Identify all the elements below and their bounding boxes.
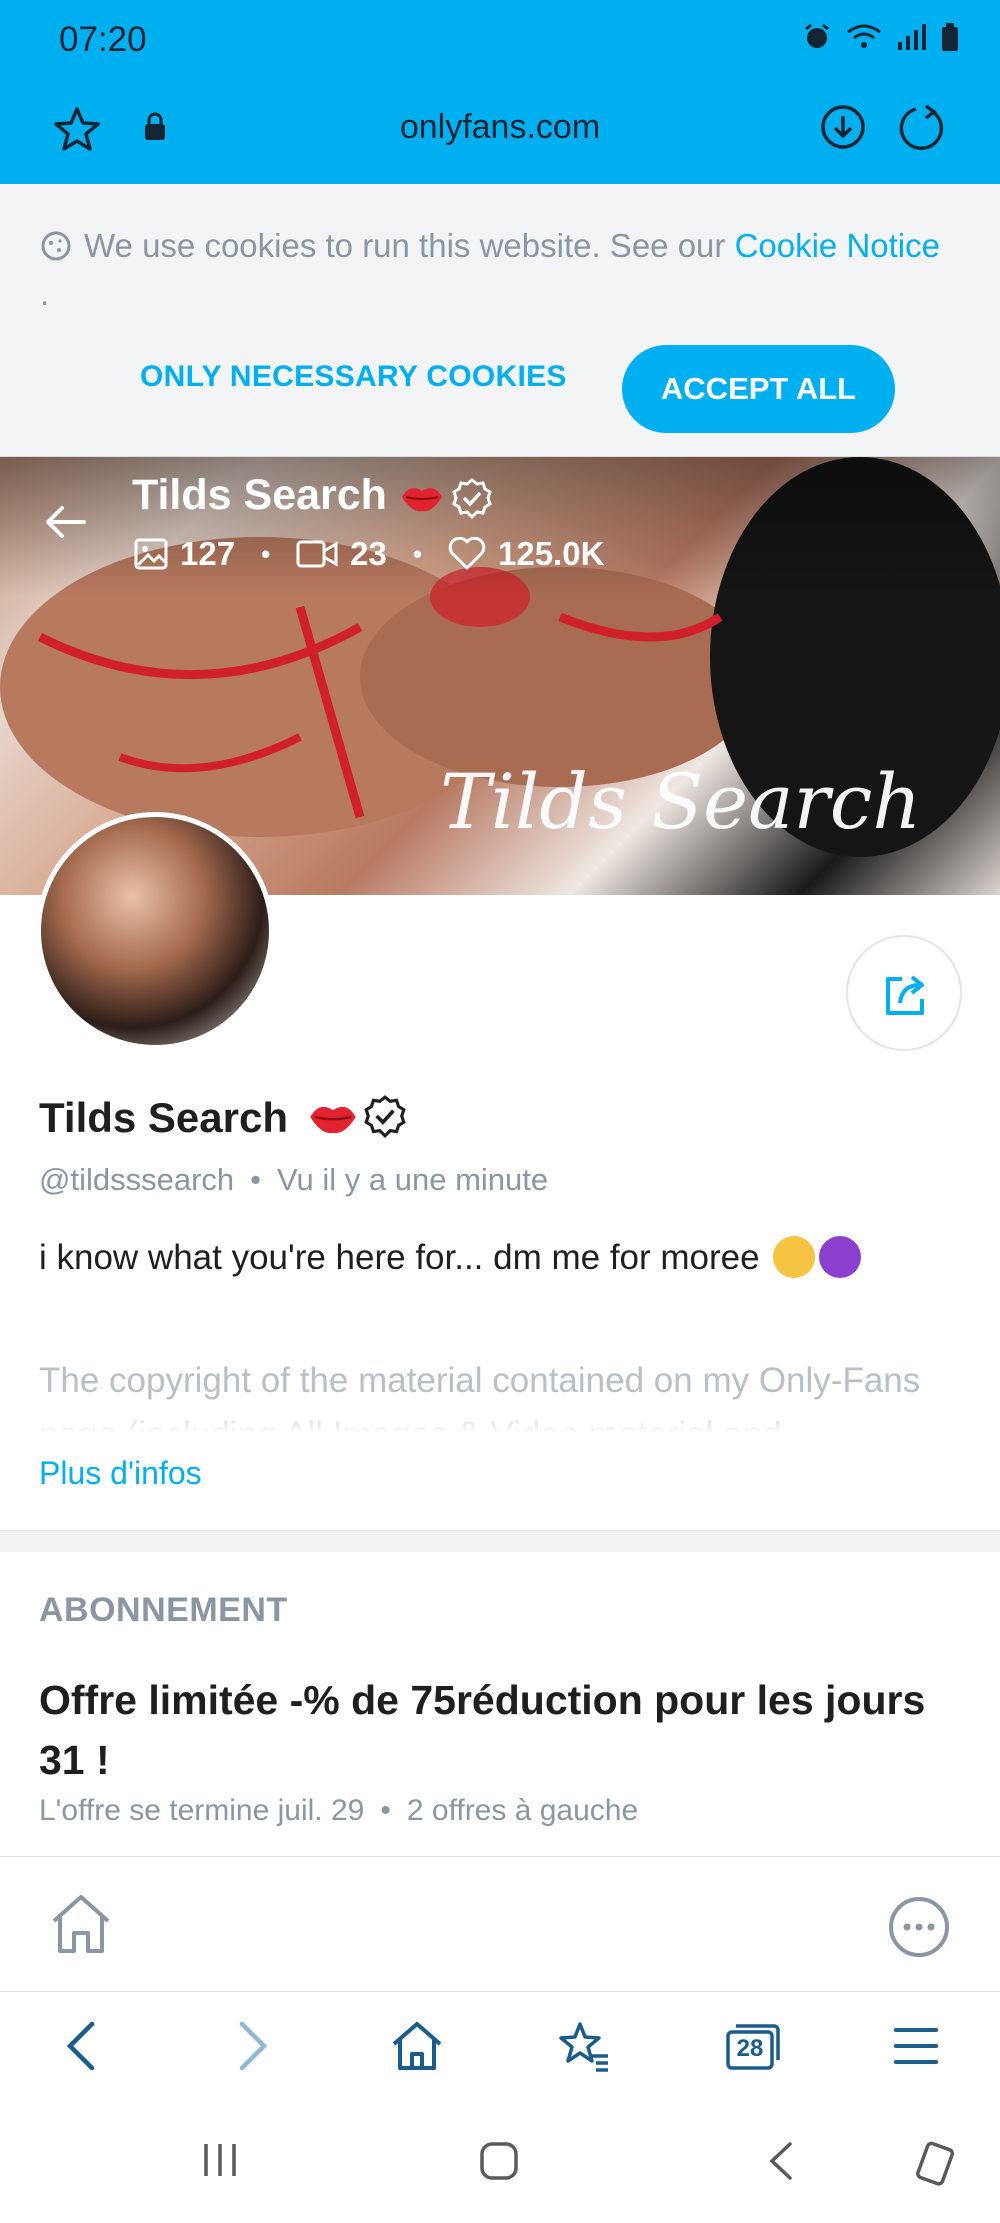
profile-handle: @tildsssearch [39, 1162, 235, 1197]
cookie-banner: We use cookies to run this website. See … [0, 184, 1000, 457]
forward-icon[interactable] [232, 2018, 272, 2074]
download-icon[interactable] [818, 102, 868, 152]
battery-icon [942, 23, 958, 51]
cookie-suffix: . [40, 275, 50, 312]
home-icon[interactable] [48, 1893, 114, 1955]
bookmarks-icon[interactable] [556, 2018, 612, 2074]
avatar[interactable] [36, 812, 274, 1050]
menu-icon[interactable] [892, 2018, 940, 2074]
more-options-icon[interactable] [888, 1896, 950, 1958]
banner-stats: 127 • 23 • 125.0K [134, 535, 604, 573]
lips-icon [310, 1106, 356, 1134]
status-time: 07:20 [59, 20, 147, 59]
photo-icon [134, 538, 168, 570]
handle-separator: • [250, 1162, 262, 1197]
verified-badge-icon [452, 478, 492, 520]
only-necessary-cookies-button[interactable]: ONLY NECESSARY COOKIES [140, 360, 567, 394]
meta-separator: • [380, 1794, 391, 1827]
tab-count: 28 [736, 2035, 764, 2062]
rotate-screen-icon[interactable] [912, 2140, 960, 2188]
alarm-icon [805, 23, 829, 48]
android-nav-bar [0, 2104, 1000, 2223]
last-seen: Vu il y a une minute [277, 1162, 549, 1197]
heart-icon [448, 537, 486, 570]
back-icon[interactable] [62, 2018, 102, 2074]
stat-separator: • [412, 538, 422, 569]
android-back-icon[interactable] [762, 2140, 802, 2182]
url-row: onlyfans.com [0, 94, 1000, 164]
photo-count: 127 [180, 535, 236, 572]
verified-badge-icon [364, 1095, 406, 1139]
signal-icon [898, 24, 926, 50]
share-button[interactable] [846, 935, 962, 1051]
browser-top-bar: 07:20 onlyfans.com [0, 0, 1000, 184]
cookie-text: We use cookies to run this website. See … [84, 227, 726, 264]
lips-icon [402, 488, 442, 512]
subscription-meta: L'offre se termine juil. 29 • 2 offres à g… [39, 1794, 638, 1828]
back-arrow-icon[interactable] [42, 499, 88, 545]
section-divider [0, 1530, 1000, 1552]
status-icons [802, 22, 960, 52]
reload-icon[interactable] [898, 102, 948, 152]
browser-home-icon[interactable] [390, 2018, 444, 2074]
profile-name: Tilds Search [39, 1094, 289, 1141]
banner-badges [400, 477, 494, 521]
more-info-link[interactable]: Plus d'infos [39, 1455, 202, 1492]
video-icon [296, 540, 338, 568]
tabs-button[interactable]: 28 [722, 2018, 782, 2074]
recent-apps-icon[interactable] [200, 2140, 240, 2180]
banner-watermark-script: Tilds Search [440, 757, 922, 846]
stat-separator: • [261, 538, 271, 569]
devil-emoji-icon [819, 1236, 862, 1278]
share-icon [886, 975, 924, 1015]
offer-end-date: L'offre se termine juil. 29 [39, 1794, 365, 1827]
profile-bio: i know what you're here for... dm me for… [39, 1236, 862, 1278]
cookie-text-block: We use cookies to run this website. See … [40, 222, 940, 318]
subscription-label: ABONNEMENT [39, 1591, 288, 1629]
bio-text: i know what you're here for... dm me for… [39, 1238, 760, 1277]
video-count: 23 [350, 535, 387, 572]
smirk-emoji-icon [773, 1236, 816, 1278]
cookie-icon [41, 231, 71, 261]
wifi-icon [847, 24, 881, 48]
offers-remaining: 2 offres à gauche [406, 1794, 639, 1827]
subscription-offer-title: Offre limitée -% de 75réduction pour les… [39, 1677, 926, 1783]
profile-handle-row: @tildsssearch • Vu il y a une minute [39, 1162, 548, 1198]
banner-profile-name: Tilds Search [132, 471, 387, 519]
browser-toolbar: 28 [0, 1992, 1000, 2104]
site-bottom-nav [0, 1856, 1000, 1992]
profile-copyright-text: The copyright of the material contained … [39, 1354, 969, 1434]
likes-count: 125.0K [498, 535, 605, 572]
android-home-icon[interactable] [478, 2140, 520, 2182]
profile-badges [308, 1094, 408, 1140]
cookie-notice-link[interactable]: Cookie Notice [735, 227, 940, 264]
accept-all-button[interactable]: ACCEPT ALL [622, 345, 895, 433]
